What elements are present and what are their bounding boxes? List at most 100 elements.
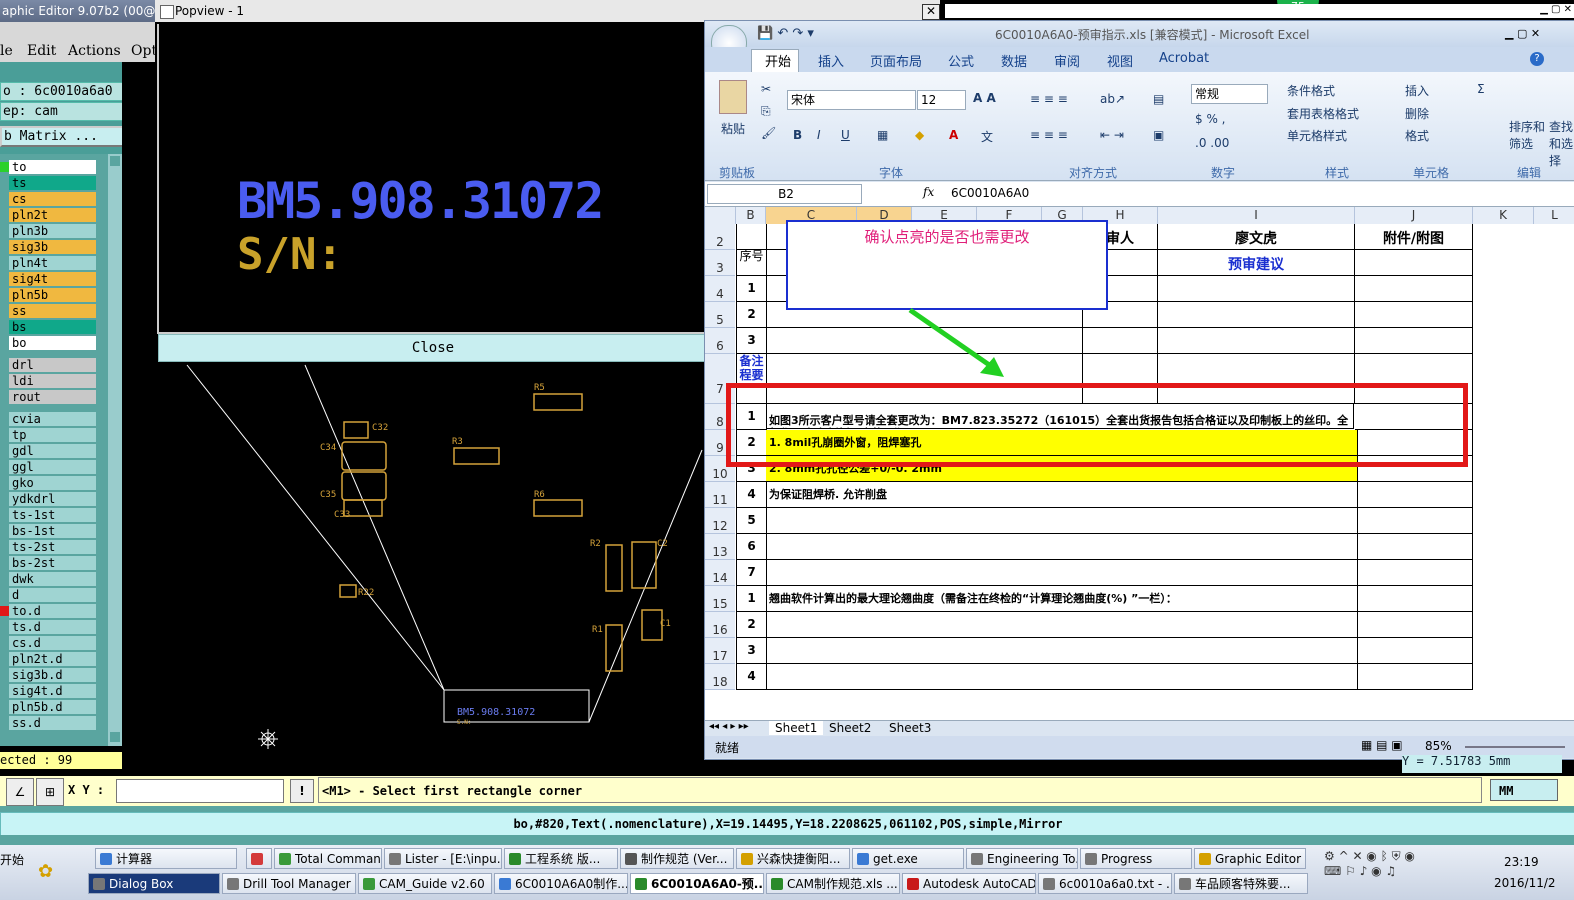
number-format-box[interactable]: 常规: [1191, 84, 1268, 104]
table-cell[interactable]: [1158, 276, 1355, 302]
table-cell[interactable]: [766, 508, 1358, 534]
layer-item[interactable]: pln4t: [9, 256, 96, 271]
layer-item[interactable]: bs: [9, 320, 96, 335]
grid-snap-icon[interactable]: ⊞: [36, 778, 64, 806]
layer-item[interactable]: ldi: [9, 374, 96, 389]
layer-item[interactable]: gdl: [9, 444, 96, 459]
autosum-icon[interactable]: Σ: [1477, 82, 1485, 96]
taskbar-button[interactable]: Engineering To...: [966, 848, 1078, 869]
table-cell[interactable]: [766, 664, 1358, 690]
cell-style-button[interactable]: 单元格样式: [1287, 127, 1347, 144]
row-header[interactable]: 4: [705, 276, 735, 302]
table-cell[interactable]: [1355, 560, 1473, 586]
col-header-l[interactable]: L: [1534, 207, 1574, 224]
menu-options[interactable]: Opt: [131, 43, 157, 59]
layer-item[interactable]: ts.d: [9, 620, 96, 635]
table-cell[interactable]: 1: [736, 276, 767, 302]
grow-font-icon[interactable]: A A: [973, 91, 996, 105]
paste-icon[interactable]: [719, 80, 747, 114]
quick-access-toolbar[interactable]: 💾 ↶ ↷ ▾: [757, 26, 814, 41]
bold-button[interactable]: B: [793, 128, 802, 142]
table-cell[interactable]: [1355, 586, 1473, 612]
layer-item[interactable]: gko: [9, 476, 96, 491]
clock-date[interactable]: 2016/11/2: [1494, 876, 1556, 890]
tab-home[interactable]: 开始: [765, 51, 791, 70]
table-cell[interactable]: 5: [736, 508, 767, 534]
merge-center-icon[interactable]: ▣: [1153, 128, 1164, 142]
table-cell[interactable]: [1355, 276, 1473, 302]
taskbar-button[interactable]: Dialog Box: [88, 873, 220, 894]
menu-actions[interactable]: Actions: [68, 43, 121, 59]
layer-item[interactable]: cs.d: [9, 636, 96, 651]
table-cell[interactable]: [1355, 328, 1473, 354]
name-box[interactable]: B2: [707, 184, 862, 204]
table-cell[interactable]: [1355, 302, 1473, 328]
table-cell[interactable]: [1158, 328, 1355, 354]
underline-button[interactable]: U: [841, 128, 850, 142]
table-cell[interactable]: [1158, 302, 1355, 328]
taskbar-button[interactable]: Drill Tool Manager: [222, 873, 356, 894]
table-cell[interactable]: [1355, 508, 1473, 534]
font-name-box[interactable]: 宋体: [787, 90, 916, 110]
layer-scrollbar[interactable]: [108, 154, 122, 746]
layer-item[interactable]: drl: [9, 358, 96, 373]
layer-item[interactable]: sig4t: [9, 272, 96, 287]
layer-item[interactable]: ts-1st: [9, 508, 96, 523]
sheet-tab-3[interactable]: Sheet3: [889, 721, 931, 735]
pcb-canvas[interactable]: R5 C32 C34 R3 R6 C35 C33 R2 C2 R22 R1 C1…: [122, 360, 707, 775]
tab-review[interactable]: 审阅: [1054, 51, 1080, 70]
align-top-icon[interactable]: ≡ ≡ ≡: [1030, 92, 1068, 106]
layer-item[interactable]: sig3b: [9, 240, 96, 255]
table-cell[interactable]: 翘曲软件计算出的最大理论翘曲度（需备注在终检的“计算理论翘曲度(%) ”一栏）：: [766, 586, 1358, 612]
table-cell[interactable]: [736, 224, 767, 250]
row-header[interactable]: 11: [705, 482, 735, 508]
start-orb-icon[interactable]: ✿: [38, 861, 53, 882]
sheet-tab-1[interactable]: Sheet1: [769, 721, 824, 735]
table-cell[interactable]: 4: [736, 664, 767, 690]
wrap-text-icon[interactable]: ▤: [1153, 92, 1164, 106]
table-cell[interactable]: 3: [736, 638, 767, 664]
tab-insert[interactable]: 插入: [818, 51, 844, 70]
tab-view[interactable]: 视图: [1107, 51, 1133, 70]
zoom-level[interactable]: 85%: [1425, 739, 1452, 753]
alert-icon[interactable]: !: [290, 779, 314, 803]
taskbar-button[interactable]: Progress: [1080, 848, 1192, 869]
paste-button[interactable]: 粘贴: [721, 120, 745, 137]
taskbar-button[interactable]: 计算器: [95, 848, 237, 869]
row-header[interactable]: 12: [705, 508, 735, 534]
font-size-box[interactable]: 12: [917, 90, 966, 110]
insert-cells-button[interactable]: 插入: [1405, 82, 1429, 99]
layer-item[interactable]: pln5b.d: [9, 700, 96, 715]
taskbar-button[interactable]: [246, 848, 272, 869]
table-cell[interactable]: [766, 612, 1358, 638]
zoom-slider[interactable]: [1465, 746, 1565, 748]
layer-item[interactable]: ss.d: [9, 716, 96, 731]
table-cell[interactable]: [1355, 612, 1473, 638]
delete-cells-button[interactable]: 删除: [1405, 105, 1429, 122]
menu-edit[interactable]: Edit: [27, 43, 56, 59]
layer-item[interactable]: pln2t.d: [9, 652, 96, 667]
border-icon[interactable]: ▦: [877, 128, 888, 142]
taskbar-button[interactable]: 6C0010A6A0-预...: [630, 873, 764, 894]
taskbar-button[interactable]: 制作规范 (Ver...: [620, 848, 734, 869]
conditional-format-button[interactable]: 条件格式: [1287, 82, 1335, 99]
tab-page-layout[interactable]: 页面布局: [870, 51, 922, 70]
table-cell[interactable]: [1355, 534, 1473, 560]
find-select-button[interactable]: 查找和选择: [1549, 118, 1574, 169]
taskbar-button[interactable]: Lister - [E:\inpu...: [384, 848, 502, 869]
table-cell[interactable]: [766, 560, 1358, 586]
taskbar-button[interactable]: 6C0010A6A0制作...: [494, 873, 628, 894]
taskbar-button[interactable]: Autodesk AutoCAD ...: [902, 873, 1036, 894]
start-button[interactable]: 开始: [0, 851, 24, 868]
copy-icon[interactable]: ⎘: [761, 104, 771, 119]
layer-item[interactable]: cs: [9, 192, 96, 207]
format-painter-icon[interactable]: 🖌: [761, 126, 776, 140]
table-cell[interactable]: 1: [736, 586, 767, 612]
row-header[interactable]: 5: [705, 302, 735, 328]
orientation-icon[interactable]: ab↗: [1100, 92, 1125, 106]
layer-item[interactable]: rout: [9, 390, 96, 405]
row-header[interactable]: 15: [705, 586, 735, 612]
sheet-nav-icon[interactable]: ◂◂ ◂ ▸ ▸▸: [709, 721, 749, 732]
layer-item[interactable]: to: [9, 160, 96, 175]
decimal-icon[interactable]: .0 .00: [1195, 136, 1229, 150]
